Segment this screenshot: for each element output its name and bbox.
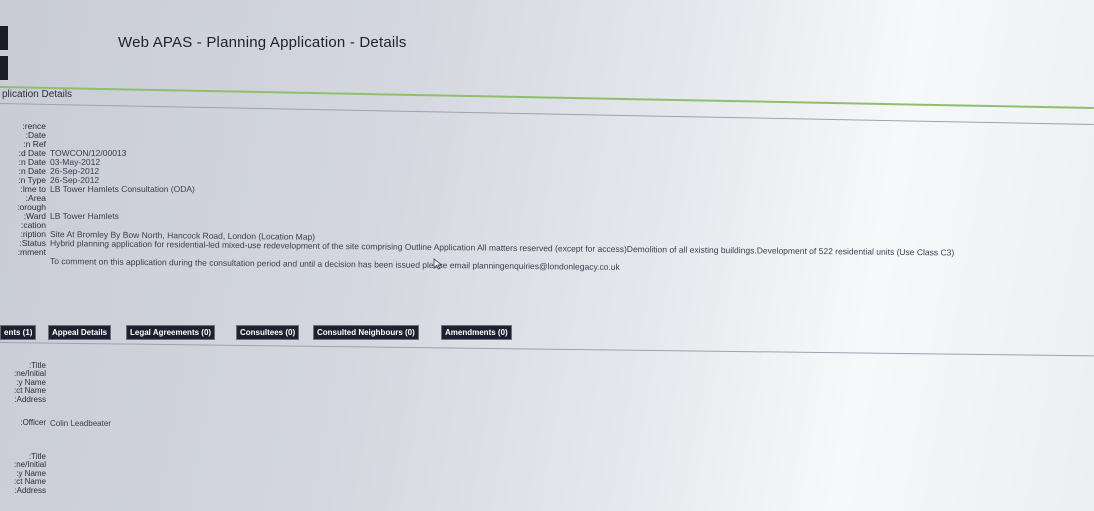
logo-icon (0, 26, 8, 80)
label-agent-initial: ne/Initial: (13, 370, 46, 379)
label-comment: mment: (17, 248, 46, 257)
label-ref: n Ref: (23, 140, 46, 149)
tab-consultees[interactable]: Consultees (0) (236, 325, 300, 340)
detail-labels: rence: Date: n Ref: d Date: n Date: n Da… (0, 122, 46, 257)
agent-labels: Title: ne/Initial: y Name: ct Name: Addr… (0, 362, 46, 404)
label-received-date: d Date: (18, 149, 46, 158)
label-agent-title: Title: (28, 362, 46, 370)
label-status: Status: (19, 239, 46, 248)
tab-consulted-neighbours[interactable]: Consulted Neighbours (0) (313, 325, 419, 340)
label-officer: Officer: (20, 419, 46, 427)
applicant-labels: Title: ne/Initial: y Name: ct Name: Addr… (0, 453, 46, 495)
tab-legal-agreements[interactable]: Legal Agreements (0) (126, 325, 216, 340)
label-date: Date: (25, 131, 46, 140)
label-agent-address: Address: (14, 395, 46, 404)
label-borough: orough: (17, 203, 46, 212)
label-area: Area: (25, 194, 46, 203)
mouse-cursor-icon (433, 258, 443, 270)
label-applicant-initial: ne/Initial: (13, 461, 46, 470)
value-comment: To comment on this application during th… (49, 256, 620, 272)
label-applicant-title: Title: (28, 453, 46, 461)
value-officer: Colin Leadbeater (50, 419, 111, 428)
value-description: Hybrid planning application for resident… (49, 239, 955, 258)
value-borough: LB Tower Hamlets (50, 211, 119, 221)
label-date-2: n Date: (18, 158, 46, 167)
label-agent-company: y Name: (16, 378, 46, 387)
label-description: ription: (20, 230, 46, 239)
label-time-to: lme to: (20, 185, 46, 194)
tab-amendments[interactable]: Amendments (0) (441, 325, 512, 340)
tab-divider (0, 342, 1094, 357)
tab-documents[interactable]: ents (1) (0, 325, 37, 340)
label-applicant-contact: ct Name: (13, 478, 46, 487)
page-title: Web APAS - Planning Application - Detail… (118, 34, 407, 51)
label-location: cation: (20, 221, 46, 230)
label-reference: rence: (22, 122, 46, 131)
app-header: Web APAS - Planning Application - Detail… (0, 8, 1094, 86)
label-date-3: n Date: (18, 167, 46, 176)
value-type: LB Tower Hamlets Consultation (ODA) (50, 184, 195, 194)
label-ward: Ward: (23, 212, 46, 221)
tab-appeal-details[interactable]: Appeal Details (48, 325, 112, 340)
label-applicant-company: y Name: (16, 469, 46, 478)
label-agent-contact: ct Name: (13, 387, 46, 396)
section-divider (0, 103, 1094, 126)
officer-label-row: Officer: (0, 419, 46, 427)
label-type: n Type: (18, 176, 46, 185)
section-title: plication Details (2, 89, 73, 100)
label-applicant-address: Address: (14, 486, 46, 495)
